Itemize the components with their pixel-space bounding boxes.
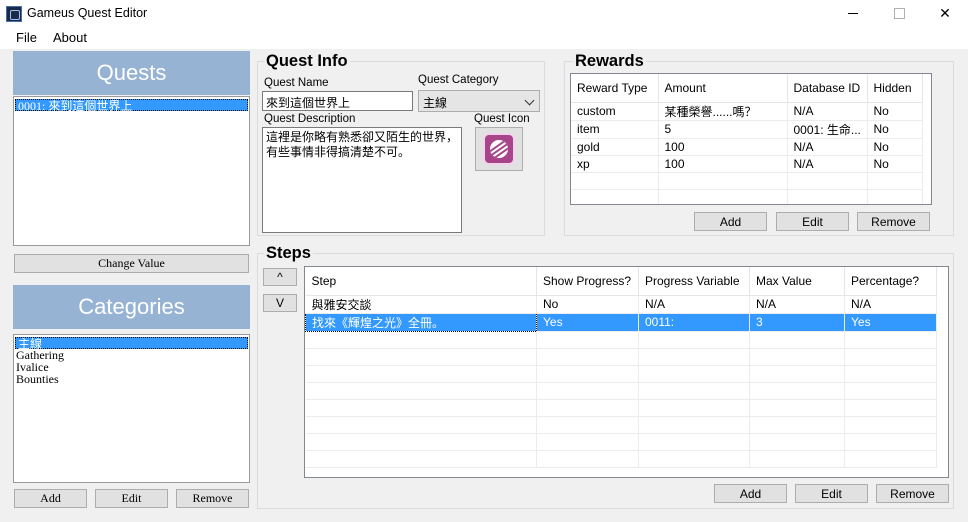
steps-column-header[interactable]: Show Progress? [536, 267, 639, 296]
table-row[interactable]: item 5 0001: 生命... No [571, 120, 923, 139]
table-cell: N/A [787, 102, 868, 121]
table-cell: 100 [658, 138, 788, 156]
rewards-column-header[interactable]: Amount [658, 74, 788, 103]
reward-remove-button[interactable]: Remove [857, 212, 930, 231]
quests-list[interactable]: 0001: 來到這個世界上 [13, 96, 250, 246]
minimize-button[interactable] [830, 0, 876, 27]
table-row[interactable]: 與雅安交談 No N/A N/A N/A [305, 295, 937, 314]
categories-header: Categories [13, 285, 250, 329]
menu-bar: File About [0, 27, 968, 49]
table-row-empty [571, 172, 923, 190]
table-cell: 找來《輝煌之光》全冊。 [305, 312, 537, 332]
rewards-column-header[interactable]: Database ID [787, 74, 868, 103]
menu-about[interactable]: About [53, 30, 87, 45]
categories-list[interactable]: 主線 Gathering Ivalice Bounties [13, 334, 250, 483]
table-cell: 與雅安交談 [305, 295, 537, 314]
rewards-column-header[interactable]: Hidden [867, 74, 923, 103]
quest-name-input[interactable]: 來到這個世界上 [262, 91, 413, 111]
quest-name-label: Quest Name [264, 77, 329, 89]
table-row-empty [305, 433, 937, 451]
table-cell: 0001: 生命... [787, 120, 868, 139]
steps-table[interactable]: Step Show Progress? Progress Variable Ma… [304, 266, 949, 478]
change-value-button[interactable]: Change Value [14, 254, 249, 273]
table-cell: No [867, 138, 923, 156]
reward-add-button[interactable]: Add [694, 212, 767, 231]
table-row-empty [571, 189, 923, 204]
table-cell: xp [571, 155, 659, 173]
rewards-title: Rewards [573, 52, 646, 71]
rewards-table[interactable]: Reward Type Amount Database ID Hidden cu… [570, 73, 932, 205]
menu-file[interactable]: File [16, 30, 37, 45]
quest-category-value: 主線 [423, 96, 448, 110]
table-cell: No [867, 102, 923, 121]
step-add-button[interactable]: Add [714, 484, 787, 503]
steps-header-row: Step Show Progress? Progress Variable Ma… [305, 267, 937, 296]
window-title: Gameus Quest Editor [27, 6, 148, 20]
table-cell: No [867, 120, 923, 139]
table-cell: 5 [658, 120, 788, 139]
table-cell: Yes [844, 313, 937, 332]
table-row[interactable]: xp 100 N/A No [571, 155, 923, 173]
table-cell: N/A [638, 295, 750, 314]
table-cell: Yes [536, 313, 639, 332]
table-cell: No [536, 295, 639, 314]
table-cell: custom [571, 102, 659, 121]
table-cell: 3 [749, 313, 845, 332]
category-remove-button[interactable]: Remove [176, 489, 249, 508]
rewards-header-row: Reward Type Amount Database ID Hidden [571, 74, 923, 103]
steps-title: Steps [264, 244, 313, 263]
step-edit-button[interactable]: Edit [795, 484, 868, 503]
category-list-item[interactable]: Bounties [14, 373, 249, 385]
steps-column-header[interactable]: Max Value [749, 267, 845, 296]
table-cell: gold [571, 138, 659, 156]
table-row[interactable]: gold 100 N/A No [571, 138, 923, 156]
table-row-empty [305, 348, 937, 366]
table-row-selected[interactable]: 找來《輝煌之光》全冊。 Yes 0011: 3 Yes [305, 312, 937, 332]
rewards-column-header[interactable]: Reward Type [571, 74, 659, 103]
category-list-item[interactable]: Gathering [14, 349, 249, 361]
table-cell: N/A [787, 138, 868, 156]
category-edit-button[interactable]: Edit [95, 489, 168, 508]
quest-icon-button[interactable] [475, 127, 523, 171]
steps-column-header[interactable]: Step [305, 267, 537, 296]
quest-description-input[interactable]: 這裡是你略有熟悉卻又陌生的世界，有些事情非得搞清楚不可。 [262, 127, 462, 233]
table-row-empty [305, 399, 937, 417]
table-cell: item [571, 120, 659, 139]
table-row-empty [305, 382, 937, 400]
table-cell: 100 [658, 155, 788, 173]
table-cell: 0011: [638, 313, 750, 332]
yarn-ball-icon [483, 133, 515, 165]
table-cell: No [867, 155, 923, 173]
table-cell: N/A [787, 155, 868, 173]
table-row-empty [305, 365, 937, 383]
app-icon [6, 6, 22, 22]
quests-header: Quests [13, 51, 250, 95]
table-row-empty [305, 450, 937, 468]
move-step-down-button[interactable]: V [263, 294, 297, 312]
maximize-button[interactable] [876, 0, 922, 27]
move-step-up-button[interactable]: ^ [263, 268, 297, 286]
table-cell: N/A [749, 295, 845, 314]
reward-edit-button[interactable]: Edit [776, 212, 849, 231]
title-bar: Gameus Quest Editor ✕ [0, 0, 968, 27]
table-cell: N/A [844, 295, 937, 314]
close-button[interactable]: ✕ [922, 0, 968, 27]
table-row[interactable]: custom 某種榮譽......嗎？ N/A No [571, 102, 923, 121]
table-cell: 某種榮譽......嗎？ [658, 102, 788, 121]
step-remove-button[interactable]: Remove [876, 484, 949, 503]
steps-column-header[interactable]: Progress Variable [638, 267, 750, 296]
category-add-button[interactable]: Add [14, 489, 87, 508]
quest-icon-label: Quest Icon [474, 113, 530, 125]
table-row-empty [305, 331, 937, 349]
quest-description-label: Quest Description [264, 113, 356, 125]
table-row-empty [305, 416, 937, 434]
quest-category-select[interactable]: 主線 [418, 90, 540, 112]
quest-list-item[interactable]: 0001: 來到這個世界上 [15, 99, 248, 112]
chevron-down-icon [524, 95, 535, 106]
quest-category-label: Quest Category [418, 74, 499, 86]
steps-column-header[interactable]: Percentage? [844, 267, 937, 296]
quest-info-title: Quest Info [264, 52, 350, 71]
